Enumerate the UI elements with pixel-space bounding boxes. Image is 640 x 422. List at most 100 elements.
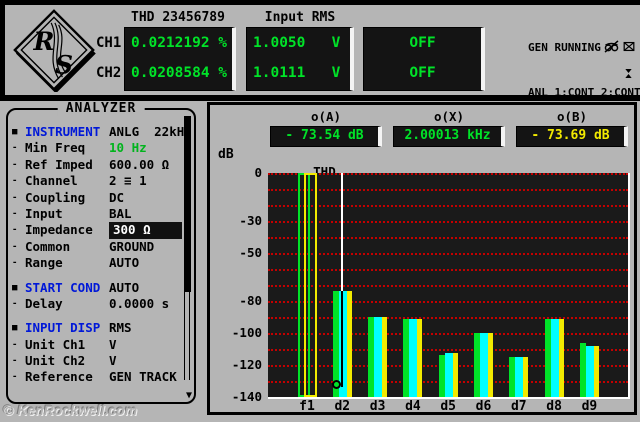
item-bullet-icon: - bbox=[12, 192, 18, 203]
analyzer-item-ref-imped[interactable]: - Ref Imped 600.00 Ω bbox=[12, 157, 182, 173]
bar-ch2-fill bbox=[515, 357, 524, 397]
scroll-down-arrow-icon[interactable]: ▼ bbox=[186, 391, 192, 401]
bar-ch2-edge bbox=[417, 318, 423, 397]
bar-ch2-edge bbox=[382, 317, 388, 397]
chart-panel: o(A) o(X) o(B) - 73.54 dB 2.00013 kHz - … bbox=[207, 102, 637, 415]
grid-line bbox=[268, 333, 628, 335]
x-tick-label-d9: d9 bbox=[581, 399, 598, 414]
analyzer-item-start-cond[interactable]: ■ START COND AUTO bbox=[12, 280, 182, 296]
item-value: ANLG 22kHz bbox=[109, 124, 192, 139]
bar-group-d6 bbox=[474, 333, 493, 397]
x-tick-label-f1: f1 bbox=[299, 399, 315, 414]
input-rms-ch2-value: 1.0111 V bbox=[253, 65, 341, 81]
analyzer-item-coupling[interactable]: - Coupling DC bbox=[12, 190, 182, 206]
aux-line1: OFF bbox=[409, 35, 436, 51]
item-bullet-icon: - bbox=[12, 356, 18, 367]
analyzer-item-unit-ch1[interactable]: - Unit Ch1 V bbox=[12, 337, 182, 353]
thd-function-title: THD 23456789 bbox=[131, 10, 225, 25]
item-value: AUTO bbox=[109, 255, 140, 271]
bar-group-d5 bbox=[438, 353, 458, 397]
readout-b-value: - 73.69 dB bbox=[516, 126, 628, 147]
grid-line bbox=[268, 317, 628, 319]
y-tick-label: 0 bbox=[254, 165, 262, 180]
item-label: Unit Ch2 bbox=[25, 353, 86, 369]
item-label: Range bbox=[25, 255, 63, 271]
item-label: INSTRUMENT bbox=[25, 124, 101, 139]
y-axis-unit-label: dB bbox=[218, 147, 234, 162]
item-label: Coupling bbox=[25, 189, 86, 205]
bar-plot-area bbox=[268, 173, 630, 399]
readout-b-label: o(B) bbox=[556, 109, 588, 124]
analyzer-item-input[interactable]: - Input BAL bbox=[12, 206, 182, 222]
item-label: START COND bbox=[25, 279, 101, 295]
fundamental-bar-ch2 bbox=[304, 173, 317, 397]
bar-group-d8 bbox=[544, 319, 564, 397]
grid-line bbox=[268, 173, 628, 175]
item-bullet-icon: - bbox=[12, 339, 18, 350]
analyzer-item-input-disp[interactable]: ■ INPUT DISP RMS bbox=[12, 320, 182, 336]
remote-status-icon bbox=[625, 69, 632, 78]
item-label: Input bbox=[25, 205, 63, 221]
keyboard-lock-icon bbox=[623, 41, 635, 52]
grid-line bbox=[268, 221, 628, 223]
item-spacer bbox=[12, 312, 182, 320]
bar-group-d7 bbox=[509, 357, 529, 397]
analyzer-panel-title: ANALYZER bbox=[57, 101, 145, 116]
x-tick-label-d2: d2 bbox=[334, 399, 351, 414]
item-bullet-icon: - bbox=[12, 208, 18, 219]
analyzer-item-delay[interactable]: - Delay 0.0000 s bbox=[12, 296, 182, 312]
thd-ch2-value: 0.0208584 % bbox=[131, 65, 228, 81]
item-bullet-icon: ■ bbox=[12, 127, 18, 137]
grid-line bbox=[268, 205, 628, 207]
anl-status-line: ANL 1:CONT 2:CONT bbox=[528, 86, 640, 99]
item-label: Min Freq bbox=[25, 140, 86, 156]
bar-group-d4 bbox=[403, 318, 423, 397]
svg-text:S: S bbox=[55, 49, 73, 79]
thd-ch1-value: 0.0212192 % bbox=[131, 35, 228, 51]
x-tick-label-d5: d5 bbox=[440, 399, 457, 414]
item-value: 0.0000 s bbox=[109, 295, 170, 311]
grid-line bbox=[268, 189, 628, 191]
readout-x-label: o(X) bbox=[433, 109, 465, 124]
bar-ch2-edge bbox=[558, 319, 564, 397]
analyzer-item-unit-ch2[interactable]: - Unit Ch2 V bbox=[12, 353, 182, 369]
item-bullet-icon: - bbox=[12, 143, 18, 154]
item-value: GEN TRACK bbox=[109, 369, 177, 385]
bar-ch2-fill bbox=[409, 318, 418, 397]
item-value: RMS bbox=[109, 320, 132, 336]
item-value: 600.00 Ω bbox=[109, 156, 170, 172]
analyzer-item-range[interactable]: - Range AUTO bbox=[12, 255, 182, 271]
frame-top bbox=[0, 0, 640, 5]
item-bullet-icon: ■ bbox=[12, 323, 18, 334]
item-bullet-icon: - bbox=[12, 176, 18, 187]
analyzer-item-common[interactable]: - Common GROUND bbox=[12, 239, 182, 255]
analyzer-item-instrument[interactable]: ■ INSTRUMENT ANLG 22kHz bbox=[12, 124, 192, 140]
watermark: © KenRockwell.com bbox=[3, 402, 138, 418]
analyzer-item-reference[interactable]: - Reference GEN TRACK bbox=[12, 369, 182, 385]
ch2-label: CH2 bbox=[96, 65, 122, 81]
monitor-crossed-icon bbox=[604, 40, 619, 53]
item-label: Unit Ch1 bbox=[25, 336, 86, 352]
bar-ch2-edge bbox=[488, 333, 493, 397]
item-bullet-icon: ■ bbox=[12, 282, 18, 293]
scrollbar-thumb[interactable] bbox=[185, 116, 191, 292]
ch1-label: CH1 bbox=[96, 35, 122, 51]
analyzer-item-min-freq[interactable]: - Min Freq 10 Hz bbox=[12, 140, 182, 156]
x-tick-label-d3: d3 bbox=[369, 399, 386, 414]
item-label: Reference bbox=[25, 369, 93, 385]
y-tick-label: -30 bbox=[239, 213, 262, 228]
item-bullet-icon: - bbox=[12, 372, 18, 383]
svg-text:R: R bbox=[32, 26, 54, 56]
bar-ch2-fill bbox=[444, 353, 453, 397]
grid-line bbox=[268, 301, 628, 303]
gen-status-line: GEN RUNNING bbox=[528, 40, 640, 55]
item-bullet-icon: - bbox=[12, 298, 18, 309]
item-value: V bbox=[109, 336, 117, 352]
bar-group-d3 bbox=[368, 317, 388, 397]
analyzer-item-impedance[interactable]: - Impedance 300 Ω bbox=[12, 222, 182, 239]
y-tick-label: -140 bbox=[231, 389, 262, 404]
item-label: Impedance bbox=[25, 222, 93, 238]
analyzer-item-channel[interactable]: - Channel 2 ≡ 1 bbox=[12, 173, 182, 189]
readout-x-value: 2.00013 kHz bbox=[393, 126, 505, 147]
x-tick-label-d7: d7 bbox=[510, 399, 527, 414]
